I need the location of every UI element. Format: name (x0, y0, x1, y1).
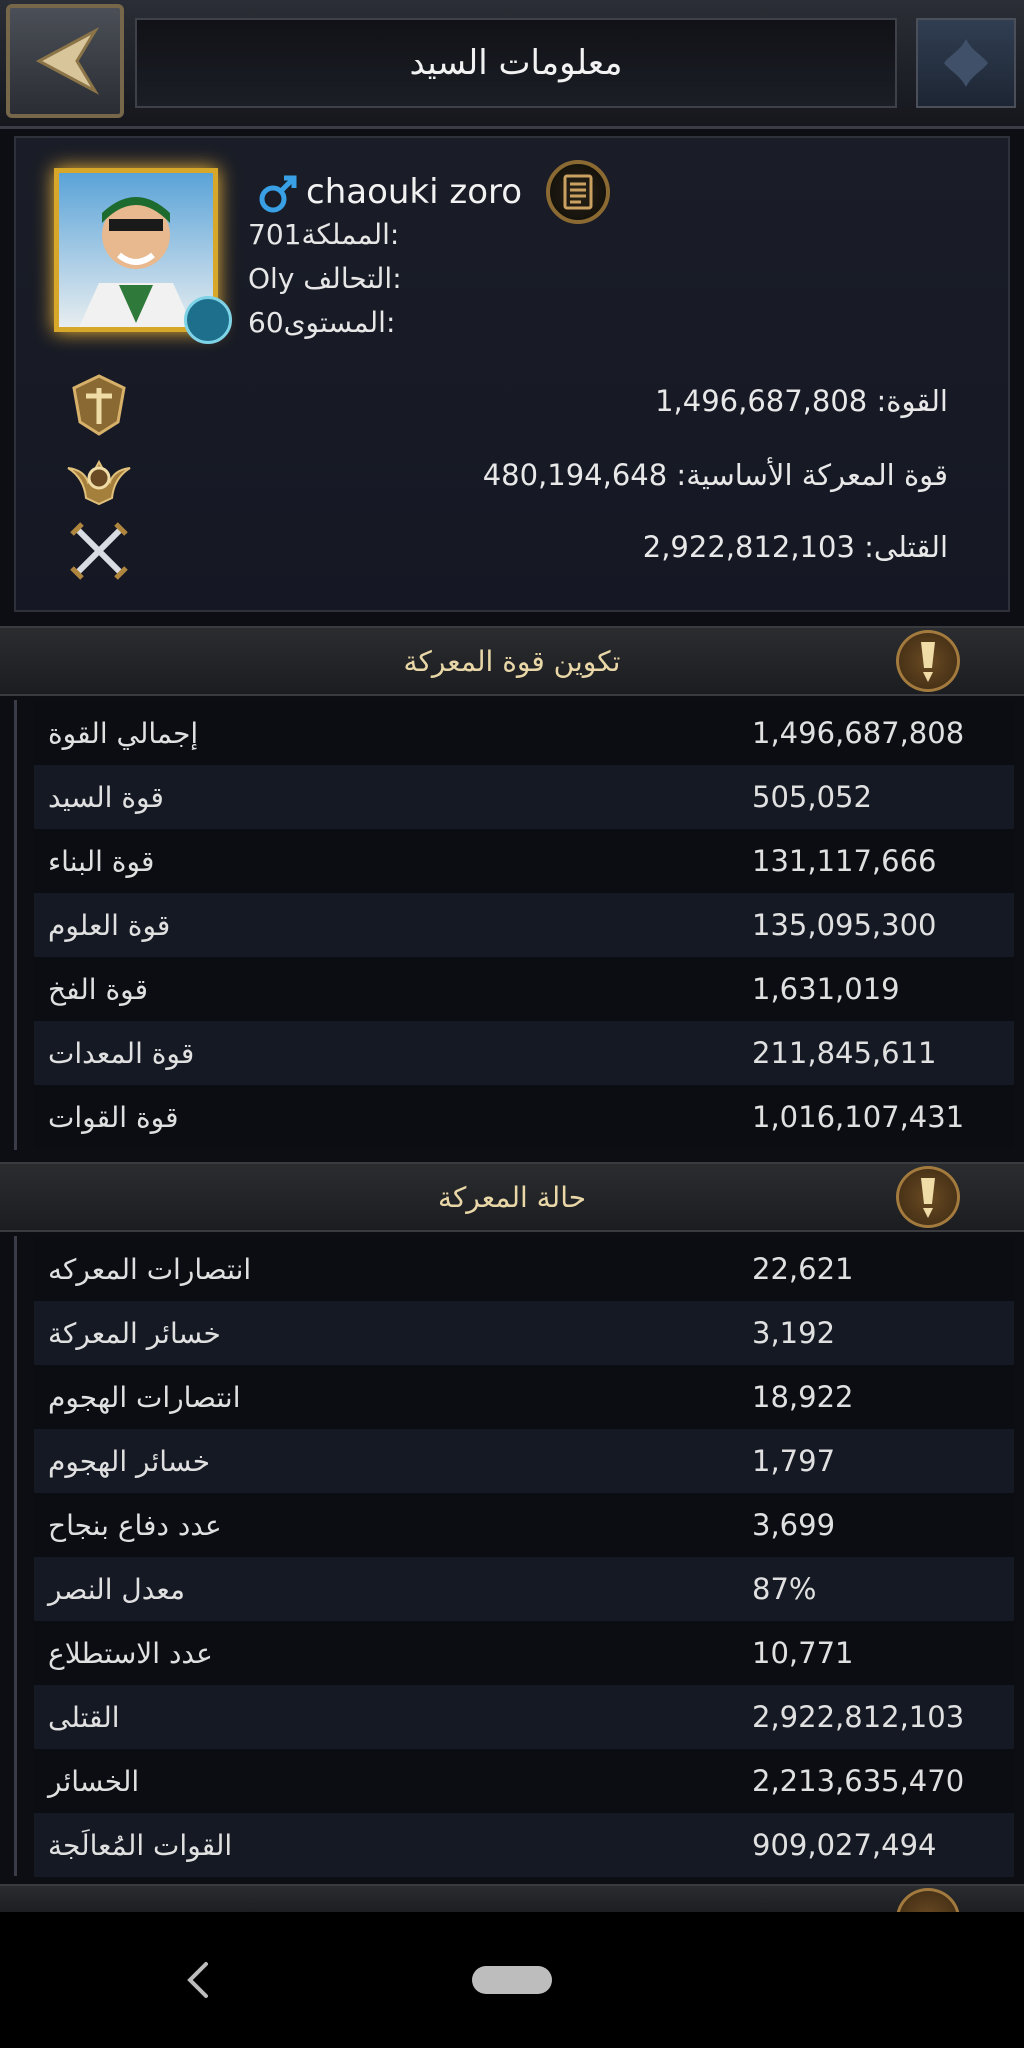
table-row: عدد الاستطلاع 10,771 (34, 1621, 1014, 1685)
notes-icon (563, 174, 593, 210)
nav-back-icon[interactable] (178, 1956, 218, 2004)
row-label: القوات المُعالَجة (48, 1828, 233, 1862)
title-bar: معلومات السيد (135, 18, 897, 108)
base-power-icon (64, 444, 134, 514)
table-row: معدل النصر 87% (34, 1557, 1014, 1621)
row-value: 10,771 (752, 1636, 854, 1670)
table-row: إجمالي القوة 1,496,687,808 (34, 701, 1014, 765)
level-value: 60 (248, 306, 284, 339)
row-value: 505,052 (752, 780, 872, 814)
emblem-icon (944, 39, 988, 87)
row-value: 3,192 (752, 1316, 836, 1350)
table-row: قوة المعدات 211,845,611 (34, 1021, 1014, 1085)
table-row: انتصارات المعركه 22,621 (34, 1237, 1014, 1301)
row-label: قوة المعدات (48, 1036, 195, 1070)
back-arrow-icon (35, 27, 100, 95)
table-row: انتصارات الهجوم 18,922 (34, 1365, 1014, 1429)
power-line: القوة: 1,496,687,808 (655, 384, 948, 418)
row-label: معدل النصر (48, 1572, 185, 1606)
row-value: 1,016,107,431 (752, 1100, 965, 1134)
header: معلومات السيد (0, 0, 1024, 129)
section-title: تكوين قوة المعركة (403, 644, 621, 678)
level-label: المستوى: (283, 306, 396, 339)
row-label: انتصارات الهجوم (48, 1380, 241, 1414)
row-value: 3,699 (752, 1508, 836, 1542)
level-line: 60المستوى: (248, 306, 395, 339)
avatar-badge-icon (184, 296, 232, 344)
section-title: حالة المعركة (437, 1180, 587, 1214)
emblem-button[interactable] (916, 18, 1016, 108)
system-nav-bar (0, 1912, 1024, 2048)
row-value: 1,631,019 (752, 972, 900, 1006)
rail-divider (14, 1236, 17, 1876)
row-label: إجمالي القوة (48, 716, 199, 750)
alliance-value: Oly (248, 262, 295, 295)
kills-label: القتلى: (864, 530, 948, 564)
kingdom-value: 701 (248, 218, 302, 251)
nav-home-button[interactable] (472, 1966, 552, 1994)
power-icon (64, 370, 134, 440)
alliance-line: Oly التحالف: (248, 262, 402, 295)
rail-divider (14, 700, 17, 1150)
sort-button[interactable] (896, 630, 960, 692)
sort-icon (921, 1178, 935, 1218)
row-value: 211,845,611 (752, 1036, 937, 1070)
player-name: chaouki zoro (306, 172, 523, 212)
kills-line: القتلى: 2,922,812,103 (643, 530, 948, 564)
row-label: قوة السيد (48, 780, 164, 814)
back-button[interactable] (6, 4, 124, 118)
kingdom-label: المملكة: (301, 218, 400, 251)
power-value: 1,496,687,808 (655, 384, 868, 418)
row-label: خسائر الهجوم (48, 1444, 211, 1478)
row-value: 1,496,687,808 (752, 716, 965, 750)
row-label: قوة الفخ (48, 972, 148, 1006)
table-row: قوة الفخ 1,631,019 (34, 957, 1014, 1021)
row-label: خسائر المعركة (48, 1316, 221, 1350)
row-label: عدد الاستطلاع (48, 1636, 213, 1670)
table-row: القتلى 2,922,812,103 (34, 1685, 1014, 1749)
table-row: قوة القوات 1,016,107,431 (34, 1085, 1014, 1149)
row-value: 909,027,494 (752, 1828, 937, 1862)
table-row: قوة البناء 131,117,666 (34, 829, 1014, 893)
base-power-line: قوة المعركة الأساسية: 480,194,648 (483, 458, 948, 492)
row-value: 135,095,300 (752, 908, 937, 942)
row-value: 87% (752, 1572, 817, 1606)
row-value: 1,797 (752, 1444, 836, 1478)
table-row: خسائر الهجوم 1,797 (34, 1429, 1014, 1493)
row-value: 22,621 (752, 1252, 854, 1286)
row-label: الخسائر (48, 1764, 140, 1798)
row-value: 18,922 (752, 1380, 854, 1414)
table-row: القوات المُعالَجة 909,027,494 (34, 1813, 1014, 1877)
row-label: القتلى (48, 1700, 120, 1734)
row-label: قوة العلوم (48, 908, 171, 942)
sort-button[interactable] (896, 1166, 960, 1228)
kills-value: 2,922,812,103 (642, 530, 855, 564)
alliance-label: التحالف: (303, 262, 402, 295)
table-row: قوة العلوم 135,095,300 (34, 893, 1014, 957)
kingdom-line: 701المملكة: (248, 218, 399, 251)
table-row: الخسائر 2,213,635,470 (34, 1749, 1014, 1813)
power-label: القوة: (876, 384, 948, 418)
notes-button[interactable] (546, 160, 610, 224)
male-icon (259, 175, 297, 213)
base-power-value: 480,194,648 (482, 458, 668, 492)
crossed-swords-icon (64, 516, 134, 586)
row-label: عدد دفاع بنجاح (48, 1508, 222, 1542)
section-header-power-composition: تكوين قوة المعركة (0, 626, 1024, 696)
row-label: انتصارات المعركه (48, 1252, 252, 1286)
sort-icon (921, 642, 935, 682)
row-value: 131,117,666 (752, 844, 937, 878)
table-row: عدد دفاع بنجاح 3,699 (34, 1493, 1014, 1557)
page-title: معلومات السيد (409, 43, 623, 83)
row-label: قوة القوات (48, 1100, 179, 1134)
row-label: قوة البناء (48, 844, 155, 878)
table-row: قوة السيد 505,052 (34, 765, 1014, 829)
row-value: 2,213,635,470 (752, 1764, 965, 1798)
table-row: خسائر المعركة 3,192 (34, 1301, 1014, 1365)
profile-card: chaouki zoro 701المملكة: Oly التحالف: 60… (14, 136, 1010, 612)
base-power-label: قوة المعركة الأساسية: (676, 458, 948, 492)
section-header-battle-status: حالة المعركة (0, 1162, 1024, 1232)
row-value: 2,922,812,103 (752, 1700, 965, 1734)
